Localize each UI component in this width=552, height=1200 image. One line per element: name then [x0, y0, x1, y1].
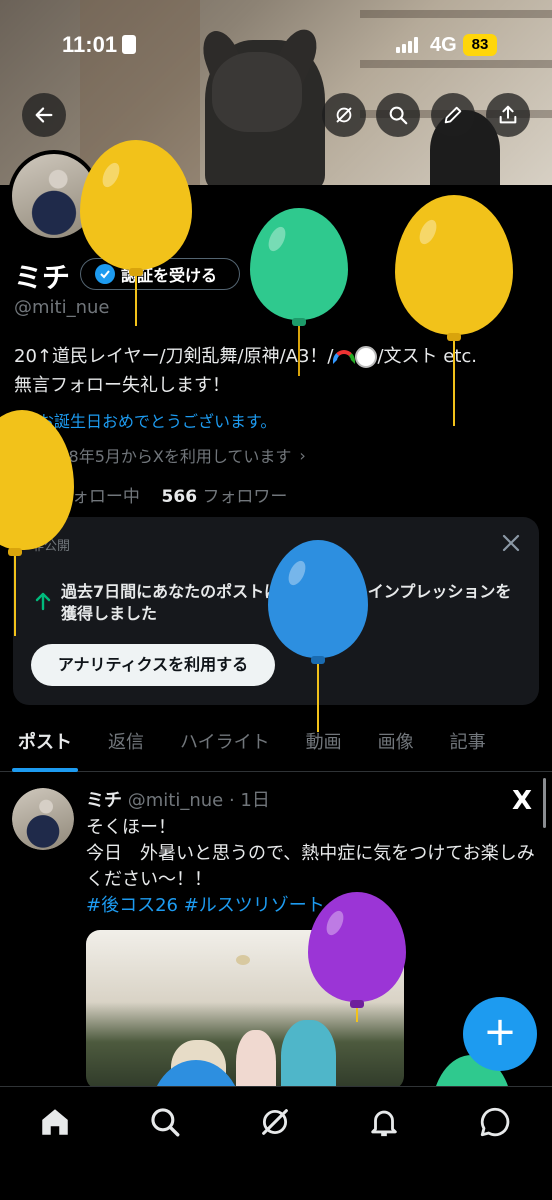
clock-emoji-icon	[355, 346, 378, 368]
search-button[interactable]	[376, 93, 420, 137]
profile-name: ミチ	[14, 261, 71, 294]
balloon-yellow	[80, 140, 192, 330]
edit-button[interactable]	[431, 93, 475, 137]
share-icon	[499, 105, 517, 124]
balloon-yellow	[395, 195, 513, 430]
search-icon	[389, 106, 408, 125]
notifications-icon[interactable]	[367, 1105, 401, 1139]
tweet-author[interactable]: ミチ	[86, 790, 122, 811]
back-button[interactable]	[22, 93, 66, 137]
arrow-left-icon	[35, 107, 53, 123]
search-icon[interactable]	[148, 1105, 182, 1139]
balloon-purple	[308, 892, 406, 1022]
tweet-avatar[interactable]	[12, 788, 74, 850]
messages-icon[interactable]	[478, 1105, 512, 1139]
balloon-yellow	[0, 410, 74, 640]
status-bar: 11:01 4G 83	[0, 0, 552, 90]
signal-icon	[396, 37, 420, 53]
network-type: 4G	[430, 34, 457, 56]
grok-icon[interactable]	[258, 1105, 292, 1139]
battery-indicator: 83	[463, 34, 497, 56]
tweet-header: ミチ @miti_nue · 1日	[86, 786, 270, 812]
grok-icon	[336, 107, 352, 123]
chevron-right-icon[interactable]: ›	[299, 446, 305, 465]
tab-articles[interactable]: 記事	[432, 720, 504, 772]
analytics-button[interactable]: アナリティクスを利用する	[31, 644, 275, 686]
close-icon[interactable]	[499, 531, 523, 555]
compose-button[interactable]: +	[463, 997, 537, 1071]
tab-images[interactable]: 画像	[360, 720, 432, 772]
bio-text: 無言フォロー失礼します！	[14, 375, 230, 396]
share-button[interactable]	[486, 93, 530, 137]
home-icon[interactable]	[38, 1105, 72, 1139]
followers-link[interactable]: 566 フォロワー	[162, 487, 288, 507]
joined-text: 2018年5月からXを利用しています	[38, 447, 292, 466]
id-card-icon	[122, 35, 136, 54]
tweet-handle-time: @miti_nue · 1日	[127, 790, 270, 811]
bottom-nav	[0, 1086, 552, 1200]
x-logo-icon: X	[512, 786, 533, 816]
edit-icon	[444, 106, 462, 124]
balloon-blue	[268, 540, 368, 735]
tab-posts[interactable]: ポスト	[0, 720, 90, 772]
scrollbar[interactable]	[543, 778, 546, 828]
status-time: 11:01	[62, 32, 118, 57]
grok-button[interactable]	[322, 93, 366, 137]
balloon-green	[250, 208, 348, 378]
tab-replies[interactable]: 返信	[90, 720, 162, 772]
